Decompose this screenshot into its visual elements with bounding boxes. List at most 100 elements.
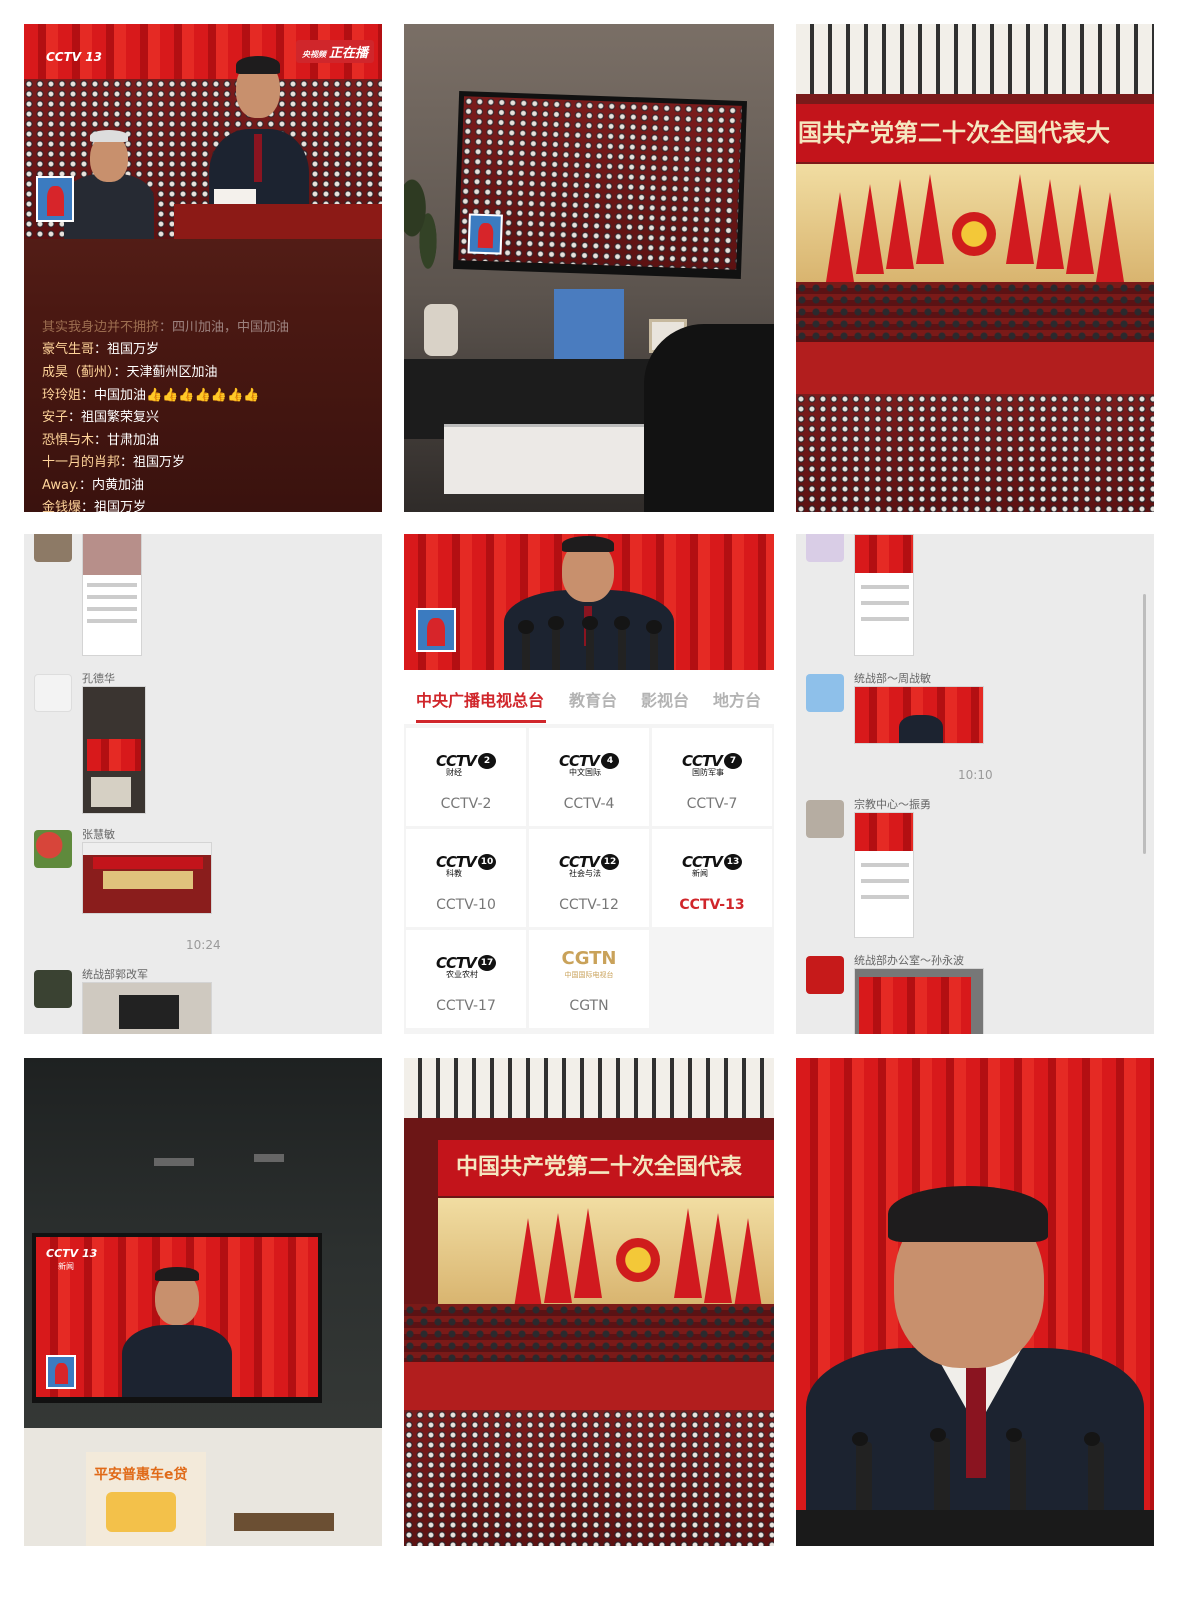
tab-cctv[interactable]: 中央广播电视总台 xyxy=(416,687,544,711)
ceiling xyxy=(404,1058,774,1118)
timestamp: 10:10 xyxy=(958,768,993,782)
channel-label: CCTV-17 xyxy=(436,998,496,1014)
sign-language-inset xyxy=(416,608,456,652)
avatar[interactable] xyxy=(806,800,844,838)
cgtn-subtitle: 中国国际电视台 xyxy=(564,971,614,979)
sign-language-inset xyxy=(467,213,503,255)
sender-name: 统战部～周战敏 xyxy=(854,672,931,685)
channel-cctv-2[interactable]: CCTV 2 财经 CCTV-2 xyxy=(406,728,526,826)
tv-channel-logo: CCTV 13 xyxy=(46,1247,98,1260)
tv-channel-sub: 新闻 xyxy=(58,1262,74,1271)
tab-underline xyxy=(416,720,546,723)
image-message[interactable] xyxy=(82,982,212,1034)
poster: 平安普惠车e贷 xyxy=(86,1452,206,1546)
cctv-logo: CCTV 17 农业农村 xyxy=(436,954,496,979)
live-stream-screenshot: CCTV 13 央视频 正在播 其实我身边并不拥挤：四川加油，中国加油 豪气生哥：… xyxy=(24,24,382,512)
image-message[interactable] xyxy=(82,534,142,656)
image-message[interactable] xyxy=(854,534,914,656)
image-message[interactable] xyxy=(854,812,914,938)
channel-label-selected: CCTV-13 xyxy=(679,897,745,913)
avatar[interactable] xyxy=(34,534,72,562)
ceiling-light xyxy=(154,1158,194,1166)
plant-pot xyxy=(234,1513,334,1531)
tv-frame: CCTV 13 新闻 xyxy=(32,1233,322,1403)
cctv-logo: CCTV 4 中文国际 xyxy=(559,752,619,777)
tab-local[interactable]: 地方台 xyxy=(713,687,761,711)
chat-message: 恐惧与木：甘肃加油 xyxy=(42,433,160,448)
stage-floor xyxy=(796,342,1154,402)
party-emblem xyxy=(616,1238,660,1282)
avatar[interactable] xyxy=(806,534,844,562)
shelf-items xyxy=(554,289,624,359)
channel-cctv-12[interactable]: CCTV 12 社会与法 CCTV-12 xyxy=(529,829,649,927)
chat-panel-left: 孔德华 张慧敏 10:24 统战部郭改军 xyxy=(24,534,382,1034)
plant xyxy=(404,164,444,274)
speaker-closeup xyxy=(796,1058,1154,1546)
sign-language-inset xyxy=(36,176,74,222)
ceiling xyxy=(796,24,1154,94)
channel-label: CCTV-10 xyxy=(436,897,496,913)
tv-wall-photo: CCTV 13 新闻 平安普惠车e贷 xyxy=(24,1058,382,1546)
channel-label: CCTV-12 xyxy=(559,897,619,913)
live-source: 央视频 xyxy=(301,50,326,59)
presidium xyxy=(404,1304,774,1364)
ceiling-light xyxy=(254,1154,284,1162)
seated-official xyxy=(64,174,154,239)
tab-education[interactable]: 教育台 xyxy=(569,687,617,711)
tv-frame xyxy=(452,91,748,279)
timestamp: 10:24 xyxy=(186,938,221,952)
cctv-logo: CCTV 7 国防军事 xyxy=(682,752,742,777)
avatar[interactable] xyxy=(34,830,72,868)
tab-film[interactable]: 影视台 xyxy=(641,687,689,711)
delegates xyxy=(404,1410,774,1546)
person-silhouette xyxy=(644,324,774,512)
cctv-logo: CCTV 12 社会与法 xyxy=(559,853,619,878)
channel-cctv-10[interactable]: CCTV 10 科教 CCTV-10 xyxy=(406,829,526,927)
party-emblem xyxy=(952,212,996,256)
image-message[interactable] xyxy=(854,686,984,744)
avatar[interactable] xyxy=(806,674,844,712)
image-message[interactable] xyxy=(82,686,146,814)
sender-name: 统战部郭改军 xyxy=(82,968,148,981)
channel-label: CCTV-2 xyxy=(440,796,492,812)
great-hall-photo: 国共产党第二十次全国代表大 xyxy=(796,24,1154,512)
image-message[interactable] xyxy=(82,842,212,914)
delegates xyxy=(796,394,1154,512)
tv-living-room-photo xyxy=(404,24,774,512)
chat-message: 金钱爆：祖国万岁 xyxy=(42,500,147,512)
image-message[interactable] xyxy=(854,968,984,1034)
cabinet-drawers xyxy=(444,424,664,494)
channel-cgtn[interactable]: CGTN 中国国际电视台 CGTN xyxy=(529,930,649,1028)
cctv-logo: CCTV 2 财经 xyxy=(436,752,496,777)
cctv-logo: CCTV 10 科教 xyxy=(436,853,496,878)
channel-label: CCTV-4 xyxy=(563,796,615,812)
cctv-logo: CCTV 13 新闻 xyxy=(682,853,742,878)
chat-message: 安子：祖国繁荣复兴 xyxy=(42,410,160,425)
scrollbar[interactable] xyxy=(1143,594,1146,854)
podium xyxy=(796,1510,1154,1546)
jar xyxy=(424,304,458,356)
channel-cctv-13[interactable]: CCTV 13 新闻 CCTV-13 xyxy=(652,829,772,927)
channel-label: CCTV-7 xyxy=(686,796,738,812)
avatar[interactable] xyxy=(806,956,844,994)
chat-panel-right: 统战部～周战敏 10:10 宗教中心～振勇 统战部办公室～孙永波 xyxy=(796,534,1154,1034)
channel-cctv-7[interactable]: CCTV 7 国防军事 CCTV-7 xyxy=(652,728,772,826)
avatar[interactable] xyxy=(34,970,72,1008)
podium xyxy=(174,204,382,239)
live-badge: 央视频 正在播 xyxy=(295,40,374,63)
sender-name: 统战部办公室～孙永波 xyxy=(854,954,964,967)
chat-message: 其实我身边并不拥挤：四川加油，中国加油 xyxy=(42,320,290,335)
chat-message: 十一月的肖邦：祖国万岁 xyxy=(42,455,186,470)
cgtn-logo: CGTN xyxy=(561,948,617,969)
channel-cctv-4[interactable]: CCTV 4 中文国际 CCTV-4 xyxy=(529,728,649,826)
sender-name: 孔德华 xyxy=(82,672,115,685)
congress-banner: 国共产党第二十次全国代表大 xyxy=(796,104,1154,162)
sender-name: 宗教中心～振勇 xyxy=(854,798,931,811)
empty-cell xyxy=(652,930,772,1028)
chat-message: 成昊（蓟州）：天津蓟州区加油 xyxy=(42,365,218,380)
sender-name: 张慧敏 xyxy=(82,828,115,841)
avatar[interactable] xyxy=(34,674,72,712)
channel-label: CGTN xyxy=(569,998,609,1014)
chat-message: Away.：内黄加油 xyxy=(42,478,144,493)
channel-cctv-17[interactable]: CCTV 17 农业农村 CCTV-17 xyxy=(406,930,526,1028)
